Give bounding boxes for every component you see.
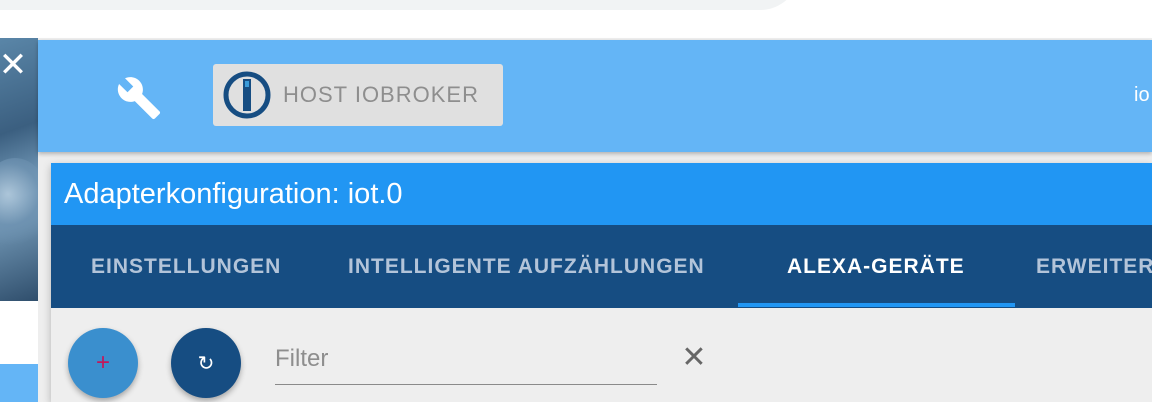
plus-icon: + <box>95 349 110 376</box>
left-panel: ✕ <box>0 38 50 402</box>
filter-input[interactable] <box>275 333 657 385</box>
tab-einstellungen[interactable]: EINSTELLUNGEN <box>91 225 281 308</box>
screen: ✕ HOST IOBROKER io Adapterkonfiguration:… <box>0 0 1152 402</box>
host-label: HOST IOBROKER <box>283 82 479 107</box>
clear-icon[interactable]: ✕ <box>679 343 709 373</box>
wrench-icon[interactable] <box>116 75 162 121</box>
tab-alexa-geraete[interactable]: ALEXA-GERÄTE <box>787 225 965 308</box>
main-area: HOST IOBROKER io Adapterkonfiguration: i… <box>38 38 1152 402</box>
dialog-title: Adapterkonfiguration: iot.0 <box>51 163 1152 225</box>
appbar-right-text[interactable]: io <box>1134 84 1150 107</box>
close-icon[interactable]: ✕ <box>0 48 28 82</box>
tab-erweitert[interactable]: ERWEITER <box>1036 225 1152 308</box>
refresh-button[interactable]: ↻ <box>171 328 241 398</box>
app-bar: HOST IOBROKER io <box>38 40 1152 152</box>
active-tab-indicator <box>738 303 1015 307</box>
address-bar-area <box>0 0 800 10</box>
left-panel-accent <box>0 364 38 402</box>
adapter-config-dialog: Adapterkonfiguration: iot.0 EINSTELLUNGE… <box>51 163 1152 402</box>
tab-intelligente-aufzaehlungen[interactable]: INTELLIGENTE AUFZÄHLUNGEN <box>348 225 705 308</box>
add-device-button[interactable]: + <box>68 328 138 398</box>
tab-bar: EINSTELLUNGEN INTELLIGENTE AUFZÄHLUNGEN … <box>51 225 1152 308</box>
host-selector-button[interactable]: HOST IOBROKER <box>213 64 503 126</box>
iobroker-logo-icon <box>223 71 271 119</box>
refresh-icon: ↻ <box>197 351 215 375</box>
browser-top-strip <box>0 0 1152 38</box>
